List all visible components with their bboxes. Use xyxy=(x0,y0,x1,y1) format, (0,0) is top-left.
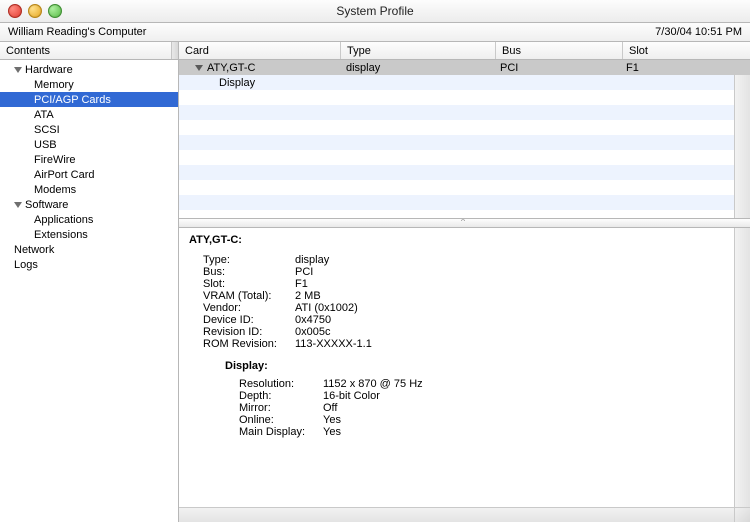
window-title: System Profile xyxy=(336,4,413,18)
sidebar-item-memory[interactable]: Memory xyxy=(0,77,178,92)
vertical-scrollbar[interactable] xyxy=(734,228,750,522)
content-pane: Card Type Bus Slot xyxy=(179,42,750,522)
sidebar-group-label: Hardware xyxy=(25,64,73,76)
disclosure-triangle-icon[interactable] xyxy=(14,67,22,73)
detail-key: Main Display: xyxy=(239,426,323,438)
detail-key: Online: xyxy=(239,414,323,426)
detail-key: Slot: xyxy=(203,278,295,290)
horizontal-splitter[interactable]: ^ xyxy=(179,219,750,228)
detail-key: Device ID: xyxy=(203,314,295,326)
detail-title: ATY,GT-C: xyxy=(189,234,724,246)
sidebar-item-scsi[interactable]: SCSI xyxy=(0,122,178,137)
detail-value: 113-XXXXX-1.1 xyxy=(295,338,372,350)
sidebar-header-label: Contents xyxy=(6,45,50,57)
sidebar-header[interactable]: Contents xyxy=(0,42,178,60)
detail-value: 0x005c xyxy=(295,326,330,338)
detail-value: 2 MB xyxy=(295,290,321,302)
column-header-bus[interactable]: Bus xyxy=(496,42,623,59)
sidebar-item-network[interactable]: Network xyxy=(0,242,178,257)
detail-key: Mirror: xyxy=(239,402,323,414)
sidebar-item-usb[interactable]: USB xyxy=(0,137,178,152)
sidebar-group-hardware[interactable]: Hardware xyxy=(0,62,178,77)
cell-bus: PCI xyxy=(494,62,620,74)
detail-value: F1 xyxy=(295,278,308,290)
sidebar-group-software[interactable]: Software xyxy=(0,197,178,212)
minimize-icon[interactable] xyxy=(28,4,42,18)
info-header: William Reading's Computer 7/30/04 10:51… xyxy=(0,23,750,42)
detail-pane: ATY,GT-C: Type:display Bus:PCI Slot:F1 V… xyxy=(179,228,750,522)
computer-name: William Reading's Computer xyxy=(8,26,146,38)
cell-type: display xyxy=(340,62,494,74)
detail-key: Bus: xyxy=(203,266,295,278)
sidebar-item-modems[interactable]: Modems xyxy=(0,182,178,197)
sidebar-tree: Hardware Memory PCI/AGP Cards ATA SCSI U… xyxy=(0,60,178,522)
cell-slot: F1 xyxy=(620,62,750,74)
detail-key: Revision ID: xyxy=(203,326,295,338)
sidebar-item-logs[interactable]: Logs xyxy=(0,257,178,272)
detail-value: 0x4750 xyxy=(295,314,331,326)
card-table: Card Type Bus Slot xyxy=(179,42,750,219)
detail-value: PCI xyxy=(295,266,313,278)
column-header-type[interactable]: Type xyxy=(341,42,496,59)
detail-value: Off xyxy=(323,402,337,414)
report-timestamp: 7/30/04 10:51 PM xyxy=(655,26,742,38)
detail-value: ATI (0x1002) xyxy=(295,302,358,314)
sidebar-item-airport-card[interactable]: AirPort Card xyxy=(0,167,178,182)
table-row-child[interactable]: Display xyxy=(179,75,750,90)
window-titlebar: System Profile xyxy=(0,0,750,23)
detail-value: display xyxy=(295,254,329,266)
sidebar-group-label: Software xyxy=(25,199,68,211)
detail-value: Yes xyxy=(323,414,341,426)
detail-subheading: Display: xyxy=(225,360,724,372)
disclosure-triangle-icon[interactable] xyxy=(14,202,22,208)
sidebar-item-applications[interactable]: Applications xyxy=(0,212,178,227)
resize-corner[interactable] xyxy=(734,507,750,522)
sidebar-item-ata[interactable]: ATA xyxy=(0,107,178,122)
detail-value: 1152 x 870 @ 75 Hz xyxy=(323,378,423,390)
zoom-icon[interactable] xyxy=(48,4,62,18)
sidebar: Contents Hardware Memory PCI/AGP Cards A… xyxy=(0,42,179,522)
table-row[interactable]: ATY,GT-C display PCI F1 xyxy=(179,60,750,75)
close-icon[interactable] xyxy=(8,4,22,18)
column-header-slot[interactable]: Slot xyxy=(623,42,750,59)
sidebar-item-pci-agp-cards[interactable]: PCI/AGP Cards xyxy=(0,92,178,107)
column-header-card[interactable]: Card xyxy=(179,42,341,59)
table-body: ATY,GT-C display PCI F1 Display xyxy=(179,60,750,218)
detail-key: VRAM (Total): xyxy=(203,290,295,302)
table-header-row: Card Type Bus Slot xyxy=(179,42,750,60)
cell-card: ATY,GT-C xyxy=(207,62,256,74)
detail-value: 16-bit Color xyxy=(323,390,380,402)
detail-key: Vendor: xyxy=(203,302,295,314)
disclosure-triangle-icon[interactable] xyxy=(195,65,203,71)
detail-value: Yes xyxy=(323,426,341,438)
detail-key: Resolution: xyxy=(239,378,323,390)
cell-card-child: Display xyxy=(179,77,374,89)
detail-key: Type: xyxy=(203,254,295,266)
sidebar-item-extensions[interactable]: Extensions xyxy=(0,227,178,242)
sidebar-item-firewire[interactable]: FireWire xyxy=(0,152,178,167)
detail-key: ROM Revision: xyxy=(203,338,295,350)
horizontal-scrollbar[interactable] xyxy=(179,507,735,522)
detail-key: Depth: xyxy=(239,390,323,402)
